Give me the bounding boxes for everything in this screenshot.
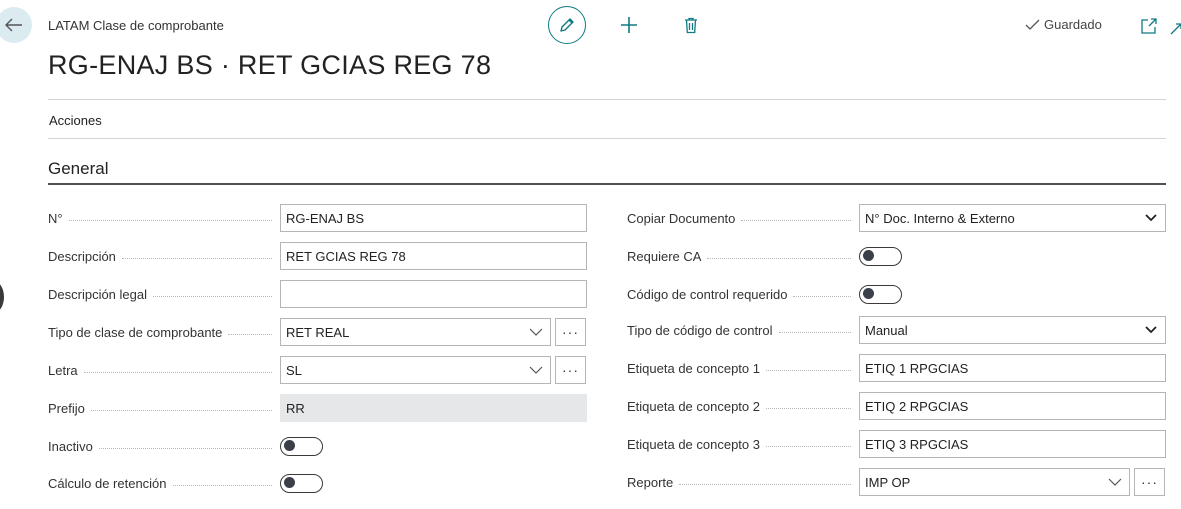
expand-icon[interactable] xyxy=(1169,22,1181,36)
tipo-clase-more-button[interactable]: ··· xyxy=(555,318,586,346)
page-subtitle: LATAM Clase de comprobante xyxy=(48,18,224,33)
side-panel-handle[interactable] xyxy=(0,282,4,312)
field-row-codigo-control-requerido: Código de control requerido xyxy=(627,280,902,308)
field-row-reporte: Reporte IMP OP ··· xyxy=(627,468,1165,496)
copiar-documento-select[interactable]: N° Doc. Interno & Externo xyxy=(859,204,1166,232)
field-label: Etiqueta de concepto 3 xyxy=(627,430,859,458)
section-underline xyxy=(48,183,1166,185)
field-row-calculo-retencion: Cálculo de retención xyxy=(48,469,323,497)
letra-more-button[interactable]: ··· xyxy=(555,356,586,384)
field-label: Descripción legal xyxy=(48,280,280,308)
popout-icon[interactable] xyxy=(1139,16,1159,36)
field-row-descripcion: Descripción RET GCIAS REG 78 xyxy=(48,242,587,270)
field-row-descripcion-legal: Descripción legal xyxy=(48,280,587,308)
field-label: Código de control requerido xyxy=(627,280,859,308)
field-label: Cálculo de retención xyxy=(48,469,280,497)
chevron-down-icon xyxy=(529,328,543,336)
trash-icon xyxy=(685,17,697,33)
calculo-retencion-toggle[interactable] xyxy=(280,473,323,493)
field-label: N° xyxy=(48,204,280,232)
field-label: Letra xyxy=(48,356,280,384)
etiqueta-3-input[interactable]: ETIQ 3 RPGCIAS xyxy=(859,430,1166,458)
edit-button[interactable] xyxy=(548,6,586,44)
field-row-etiqueta-2: Etiqueta de concepto 2 ETIQ 2 RPGCIAS xyxy=(627,392,1166,420)
field-label: Reporte xyxy=(627,468,859,496)
field-label: Etiqueta de concepto 2 xyxy=(627,392,859,420)
add-button[interactable] xyxy=(617,13,641,37)
tipo-codigo-control-value: Manual xyxy=(865,322,908,338)
field-row-requiere-ca: Requiere CA xyxy=(627,242,902,270)
field-label: Tipo de clase de comprobante xyxy=(48,318,280,346)
requiere-ca-toggle[interactable] xyxy=(859,246,902,266)
reporte-value: IMP OP xyxy=(865,474,911,490)
field-label: Inactivo xyxy=(48,432,280,460)
codigo-control-requerido-toggle[interactable] xyxy=(859,284,902,304)
field-row-tipo-codigo-control: Tipo de código de control Manual xyxy=(627,316,1166,344)
field-row-etiqueta-3: Etiqueta de concepto 3 ETIQ 3 RPGCIAS xyxy=(627,430,1166,458)
chevron-down-icon xyxy=(1108,478,1122,486)
divider xyxy=(48,138,1166,139)
field-row-copiar-documento: Copiar Documento N° Doc. Interno & Exter… xyxy=(627,204,1166,232)
toggle-knob xyxy=(284,477,295,488)
tipo-codigo-control-select[interactable]: Manual xyxy=(859,316,1166,344)
field-label: Descripción xyxy=(48,242,280,270)
field-label: Etiqueta de concepto 1 xyxy=(627,354,859,382)
actions-menu[interactable]: Acciones xyxy=(49,113,102,128)
chevron-down-icon xyxy=(1145,214,1157,222)
tipo-clase-value: RET REAL xyxy=(286,324,350,340)
divider xyxy=(48,99,1166,100)
inactivo-toggle[interactable] xyxy=(280,436,323,456)
plus-icon xyxy=(621,17,637,33)
field-label: Prefijo xyxy=(48,394,280,422)
field-label: Requiere CA xyxy=(627,242,859,270)
pencil-icon xyxy=(560,18,574,32)
tipo-clase-select[interactable]: RET REAL xyxy=(280,318,551,346)
descripcion-input[interactable]: RET GCIAS REG 78 xyxy=(280,242,587,270)
field-row-inactivo: Inactivo xyxy=(48,432,323,460)
field-row-letra: Letra SL ··· xyxy=(48,356,586,384)
numero-input[interactable]: RG-ENAJ BS xyxy=(280,204,587,232)
reporte-select[interactable]: IMP OP xyxy=(859,468,1130,496)
etiqueta-2-input[interactable]: ETIQ 2 RPGCIAS xyxy=(859,392,1166,420)
chevron-down-icon xyxy=(529,366,543,374)
field-label: Tipo de código de control xyxy=(627,316,859,344)
page-title: RG-ENAJ BS · RET GCIAS REG 78 xyxy=(48,50,492,80)
descripcion-legal-input[interactable] xyxy=(280,280,587,308)
etiqueta-1-input[interactable]: ETIQ 1 RPGCIAS xyxy=(859,354,1166,382)
field-row-numero: N° RG-ENAJ BS xyxy=(48,204,587,232)
back-button[interactable] xyxy=(0,7,32,43)
field-label: Copiar Documento xyxy=(627,204,859,232)
toggle-knob xyxy=(863,288,874,299)
saved-label: Guardado xyxy=(1044,17,1102,32)
reporte-more-button[interactable]: ··· xyxy=(1134,468,1165,496)
letra-value: SL xyxy=(286,362,302,378)
section-title-general[interactable]: General xyxy=(48,159,108,179)
field-row-etiqueta-1: Etiqueta de concepto 1 ETIQ 1 RPGCIAS xyxy=(627,354,1166,382)
toggle-knob xyxy=(284,440,295,451)
saved-status: Guardado xyxy=(1025,17,1102,32)
field-row-tipo-clase: Tipo de clase de comprobante RET REAL ··… xyxy=(48,318,586,346)
toggle-knob xyxy=(863,250,874,261)
check-icon xyxy=(1025,19,1040,30)
chevron-down-icon xyxy=(1145,326,1157,334)
delete-button[interactable] xyxy=(680,13,702,37)
letra-select[interactable]: SL xyxy=(280,356,551,384)
copiar-documento-value: N° Doc. Interno & Externo xyxy=(865,210,1015,226)
back-arrow-icon xyxy=(5,18,22,32)
field-row-prefijo: Prefijo RR xyxy=(48,394,587,422)
prefijo-readonly: RR xyxy=(280,394,587,422)
